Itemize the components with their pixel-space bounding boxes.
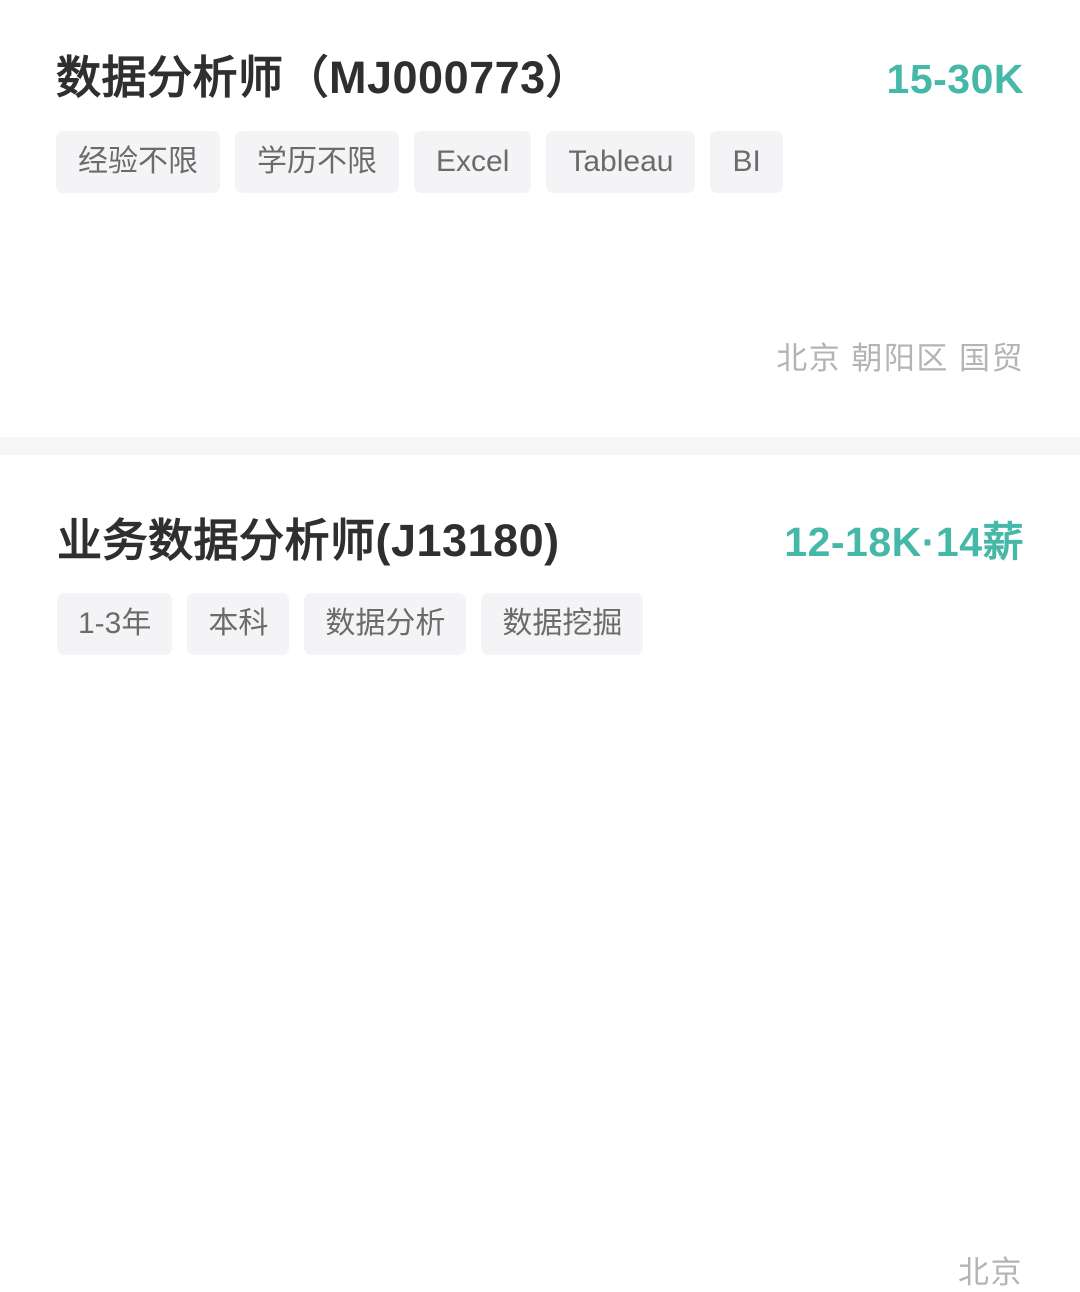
job-card-footer: 北京 [958, 1247, 1023, 1292]
job-tag: 数据挖掘 [481, 592, 644, 655]
job-tag: 本科 [187, 592, 290, 655]
card-divider [0, 437, 1080, 455]
job-card[interactable]: 数据分析师（MJ000773） 15-30K 经验不限 学历不限 Excel T… [0, 0, 1080, 437]
job-tag: Tableau [546, 130, 696, 193]
job-tag: 数据分析 [304, 592, 467, 655]
job-location: 北京 [958, 1255, 1023, 1290]
job-salary: 15-30K [886, 56, 1024, 102]
job-tag: 学历不限 [235, 130, 399, 193]
job-tag: 经验不限 [56, 130, 220, 193]
job-tag-row: 经验不限 学历不限 Excel Tableau BI [56, 130, 1024, 193]
job-title[interactable]: 业务数据分析师(J13180) [57, 515, 560, 567]
job-tag: 1-3年 [57, 592, 173, 655]
job-title[interactable]: 数据分析师（MJ000773） [56, 52, 591, 104]
job-tag: Excel [414, 130, 532, 193]
job-salary: 12-18K·14薪 [784, 519, 1024, 565]
job-location: 北京 朝阳区 国贸 [776, 341, 1024, 376]
job-card-footer: 北京 朝阳区 国贸 [776, 333, 1024, 378]
job-card-header: 数据分析师（MJ000773） 15-30K [56, 52, 1024, 104]
job-tag: BI [710, 130, 783, 193]
job-tag-row: 1-3年 本科 数据分析 数据挖掘 [57, 592, 1024, 655]
job-card[interactable]: 业务数据分析师(J13180) 12-18K·14薪 1-3年 本科 数据分析 … [0, 455, 1080, 1290]
job-list: 数据分析师（MJ000773） 15-30K 经验不限 学历不限 Excel T… [0, 0, 1080, 1290]
job-card-header: 业务数据分析师(J13180) 12-18K·14薪 [57, 515, 1024, 567]
